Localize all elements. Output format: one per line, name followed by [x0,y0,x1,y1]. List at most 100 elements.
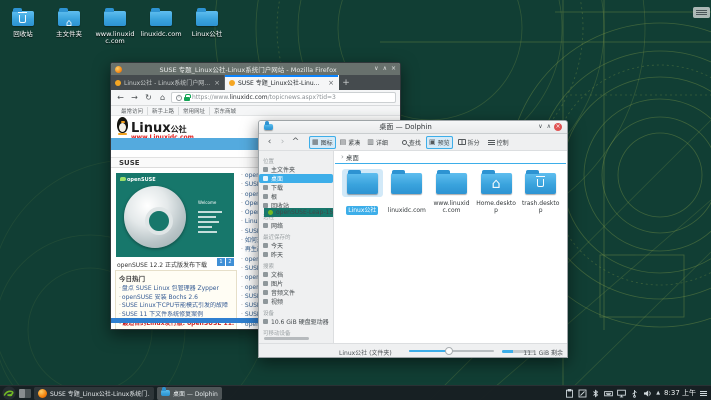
close-icon[interactable]: × [554,123,562,131]
home-icon[interactable]: ⌂ [157,93,168,103]
menu-icon [488,140,495,145]
forward-icon[interactable]: → [129,93,140,103]
usb-device-icon[interactable] [630,389,639,398]
app-launcher-icon[interactable] [2,386,16,400]
places-item[interactable]: 根 [259,192,333,201]
places-item[interactable]: 主文件夹 [259,165,333,174]
keyboard-icon[interactable] [604,389,613,398]
bluetooth-icon[interactable] [591,389,600,398]
places-item[interactable]: 昨天 [259,250,333,259]
dvd-image[interactable]: openSUSE Welcome [116,173,234,257]
page-number[interactable]: 1 [217,258,225,266]
back-icon[interactable]: ← [115,93,126,103]
file-item[interactable]: linuxidc.com [385,169,430,216]
places-item[interactable]: 今天 [259,241,333,250]
split-button[interactable]: 拆分 [455,136,483,149]
view-mode-button[interactable]: ▦ 图标 [309,136,336,149]
forward-icon[interactable]: › [277,137,288,148]
hot-article-link[interactable]: openSUSE 安装 Bochs 2.6 [119,294,233,303]
control-button[interactable]: 控制 [485,136,512,149]
maximize-icon[interactable]: ∧ [547,124,551,130]
zoom-slider[interactable] [409,350,494,352]
browser-tab[interactable]: SUSE 专题_Linux公社-Linu… × [225,75,339,90]
desktop-icon[interactable]: Linux公社 [184,6,230,45]
places-item[interactable]: 桌面 [259,174,333,183]
url-path: /topicnews.aspx?tid=3 [268,94,336,101]
dolphin-titlebar[interactable]: 桌面 — Dolphin ∨ ∧ × [259,121,567,134]
file-item[interactable]: Home.desktop [474,169,519,216]
places-item[interactable]: 音频文件 [259,288,333,297]
places-item[interactable]: 文档 [259,270,333,279]
find-button[interactable]: 查找 [399,136,424,149]
view-mode-icon: ▤ [340,139,347,146]
folder-icon [196,11,218,26]
places-item[interactable]: 位置 [259,156,333,165]
tray-expand-icon[interactable]: ▲ [656,390,660,396]
page-number[interactable]: 2 [226,258,234,266]
places-item[interactable]: 网络 [259,221,333,230]
desktop-icon[interactable]: www.linuxidc.com [92,6,138,45]
places-item[interactable]: 设备 [259,308,333,317]
bookmark-item[interactable]: 最常访问 [117,107,148,115]
back-icon[interactable]: ‹ [264,137,275,148]
task-button[interactable]: SUSE 专题_Linux公社-Linux系统门… [34,387,154,400]
taskbar: SUSE 专题_Linux公社-Linux系统门… 桌面 — Dolphin [0,385,711,400]
slider-handle[interactable] [445,347,453,355]
breadcrumb-folder[interactable]: 桌面 [346,152,359,162]
reload-icon[interactable]: ↻ [143,93,154,103]
clipboard-icon[interactable] [565,389,574,398]
volume-icon[interactable] [643,389,652,398]
virtual-desktop-pager[interactable] [19,389,31,398]
desktop-icon[interactable]: linuxidc.com [138,6,184,45]
breadcrumb: › 桌面 [334,151,567,163]
places-item[interactable]: 最近保存的 [259,232,333,241]
free-space-label: 11.1 GiB 剩余 [523,348,563,357]
view-mode-button[interactable]: ▥ 详细 [364,136,391,149]
browser-tab[interactable]: Linux公社 - Linux系统门户网… × [111,75,225,90]
places-item[interactable]: 10.6 GiB 硬盘驱动器 [259,317,333,326]
url-scheme: https://www. [192,94,230,101]
site-info-icon[interactable]: i [176,95,182,101]
bookmark-item[interactable]: 新手上路 [148,107,179,115]
folder-icon [150,11,172,26]
panel-toggle-icon[interactable] [700,391,707,396]
desktop-icon[interactable]: 主文件夹 [46,6,92,45]
tab-close-icon[interactable]: × [214,79,220,87]
desktop-toolbox-icon[interactable] [693,7,710,18]
view-mode-button[interactable]: ▤ 紧凑 [337,136,364,149]
clock[interactable]: 8:37 上午 [664,388,696,398]
folder-icon [347,173,378,194]
hot-article-link[interactable]: SUSE Linux下CPU节能模式引发的故障 [119,302,233,311]
close-icon[interactable]: × [391,66,396,72]
folder-view[interactable]: › 桌面 Linux公社 linuxidc.com www.linuxidc.c… [333,151,567,343]
maximize-icon[interactable]: ∧ [383,66,387,72]
display-icon[interactable] [617,389,626,398]
url-bar[interactable]: i https://www.linuxidc.com/topicnews.asp… [171,92,396,103]
places-item[interactable]: 视频 [259,297,333,306]
places-item[interactable]: 图片 [259,279,333,288]
desktop-icon[interactable]: 回收站 [0,6,46,45]
preview-button[interactable]: ▣ 预览 [426,136,453,149]
firefox-titlebar[interactable]: SUSE 专题_Linux公社-Linux系统门户网站 - Mozilla Fi… [111,63,400,75]
hot-article-link[interactable]: 盘点 SUSE Linux 包管理器 Zypper [119,285,233,294]
place-icon [263,176,268,181]
horizontal-scrollbar[interactable] [264,337,309,340]
bookmark-item[interactable]: 常用网址 [179,107,210,115]
desktop-icon-label: www.linuxidc.com [92,31,138,45]
minimize-icon[interactable]: ∨ [538,124,542,130]
new-tab-button[interactable]: + [339,75,353,90]
place-icon [263,243,268,248]
places-item[interactable]: openSUSE-Leap-15.1-DVD [264,208,333,217]
task-button[interactable]: 桌面 — Dolphin [157,387,222,400]
note-icon[interactable] [578,389,587,398]
places-item[interactable]: 下载 [259,183,333,192]
tab-close-icon[interactable]: × [328,79,334,87]
file-item[interactable]: trash.desktop [518,169,563,216]
places-item[interactable]: 搜索 [259,261,333,270]
places-item[interactable]: 可移动设备 [259,328,333,337]
file-item[interactable]: Linux公社 [340,169,385,216]
file-item[interactable]: www.linuxidc.com [429,169,474,216]
up-icon[interactable]: ^ [290,137,301,148]
bookmark-item[interactable]: 京东商城 [210,107,240,115]
minimize-icon[interactable]: ∨ [374,66,378,72]
